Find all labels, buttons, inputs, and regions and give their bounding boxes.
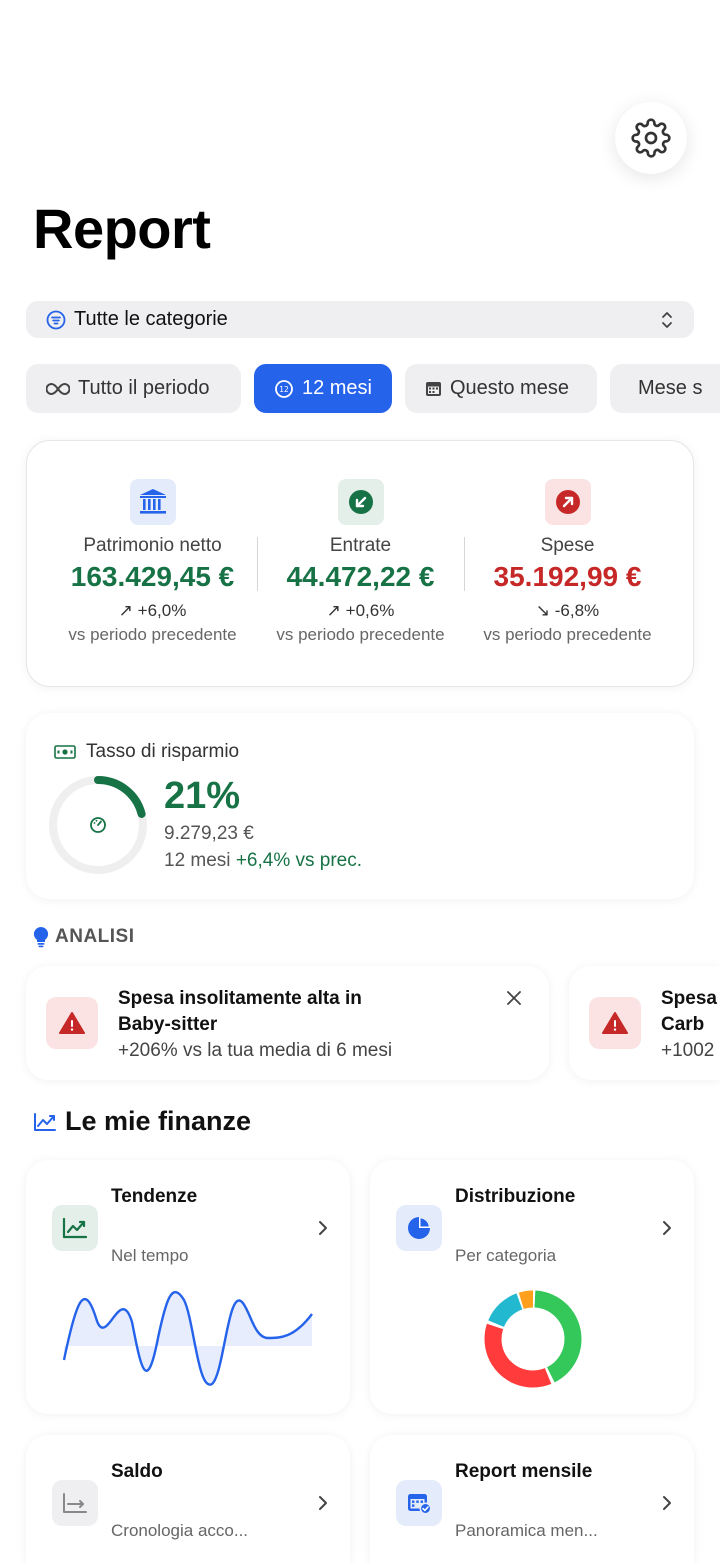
gauge-icon xyxy=(90,817,106,833)
period-all-label: Tutto il periodo xyxy=(78,377,210,399)
category-select-value: Tutte le categorie xyxy=(74,308,228,330)
insight-detail: +1002 xyxy=(661,1040,715,1061)
period-this-month-button[interactable]: Questo mese xyxy=(405,364,597,413)
tile-subtitle: Nel tempo xyxy=(111,1246,189,1265)
tile-subtitle: Panoramica men... xyxy=(455,1521,598,1540)
metric-label: Entrate xyxy=(329,535,392,556)
calendar-icon xyxy=(426,382,441,396)
period-last-month-button[interactable]: Mese s xyxy=(610,364,720,413)
twelve-circle-icon: 12 xyxy=(275,379,293,398)
svg-text:12: 12 xyxy=(279,384,289,393)
balance-axis-icon xyxy=(52,1480,98,1526)
savings-delta: +6,4% vs prec. xyxy=(235,850,363,871)
warning-icon xyxy=(589,997,641,1049)
infinity-icon xyxy=(46,382,70,395)
period-12-months-button[interactable]: 12 12 mesi xyxy=(254,364,392,413)
metric-value: 44.472,22 € xyxy=(286,561,435,592)
tile-balance[interactable]: Saldo Cronologia acco... xyxy=(26,1435,350,1564)
filter-lines-icon xyxy=(46,310,66,329)
metric-compare-label: vs periodo precedente xyxy=(276,625,445,644)
tile-distribution[interactable]: Distribuzione Per categoria xyxy=(370,1160,694,1414)
metric-income[interactable]: Entrate 44.472,22 € ↗ +0,6% vs periodo p… xyxy=(257,441,464,645)
savings-period-line: 12 mesi +6,4% vs prec. xyxy=(164,850,362,872)
insight-card[interactable]: Spesa insolitamente alta in Carb +1002 xyxy=(569,966,720,1080)
page-title: Report xyxy=(33,197,211,260)
chevron-right-icon xyxy=(319,1496,327,1510)
metric-compare-label: vs periodo precedente xyxy=(483,625,652,644)
metric-delta: ↘ -6,8% xyxy=(535,601,600,620)
trend-chart-icon xyxy=(52,1205,98,1251)
insight-detail: +206% vs la tua media di 6 mesi xyxy=(118,1040,393,1061)
metric-value: 163.429,45 € xyxy=(70,561,235,592)
metric-value: 35.192,99 € xyxy=(493,561,642,592)
metric-net-worth[interactable]: Patrimonio netto 163.429,45 € ↗ +6,0% vs… xyxy=(49,441,256,645)
tile-trends[interactable]: Tendenze Nel tempo xyxy=(26,1160,350,1414)
banknote-icon xyxy=(54,745,76,759)
savings-period: 12 mesi xyxy=(164,850,231,871)
category-select[interactable]: Tutte le categorie xyxy=(26,301,694,338)
tile-subtitle: Per categoria xyxy=(455,1246,557,1265)
close-icon[interactable] xyxy=(504,988,524,1008)
period-all-button[interactable]: Tutto il periodo xyxy=(26,364,241,413)
finances-title: Le mie finanze xyxy=(65,1106,252,1136)
savings-amount: 9.279,23 € xyxy=(164,823,254,844)
savings-gauge xyxy=(49,776,147,874)
warning-icon xyxy=(46,997,98,1049)
tile-title: Saldo xyxy=(111,1461,163,1482)
chevron-up-down-icon xyxy=(662,311,672,328)
lightbulb-icon xyxy=(33,926,49,948)
analysis-title: ANALISI xyxy=(55,926,135,947)
period-this-month-label: Questo mese xyxy=(450,377,569,399)
distribution-donut xyxy=(484,1290,582,1388)
insight-title: Spesa insolitamente alta in Baby-sitter xyxy=(118,988,362,1035)
trend-sparkline xyxy=(62,1291,313,1386)
pie-chart-icon xyxy=(396,1205,442,1251)
chevron-right-icon xyxy=(663,1496,671,1510)
analysis-header: ANALISI xyxy=(33,926,135,948)
savings-rate-percent: 21% xyxy=(164,775,241,817)
chevron-right-icon xyxy=(319,1221,327,1235)
settings-button[interactable] xyxy=(615,102,687,174)
period-last-month-label: Mese s xyxy=(638,377,703,399)
savings-rate-card[interactable]: Tasso di risparmio 21% 9.279,23 € 12 mes… xyxy=(26,713,694,899)
tile-subtitle: Cronologia acco... xyxy=(111,1521,249,1540)
period-12-months-label: 12 mesi xyxy=(301,377,372,399)
gear-icon xyxy=(631,118,671,158)
arrow-down-left-circle-icon xyxy=(337,479,384,525)
arrow-up-right-circle-icon xyxy=(544,479,591,525)
finances-header: Le mie finanze xyxy=(33,1106,251,1137)
calendar-check-icon xyxy=(396,1480,442,1526)
metric-label: Patrimonio netto xyxy=(83,535,222,556)
tile-title: Tendenze xyxy=(111,1186,198,1207)
metric-label: Spese xyxy=(540,535,595,556)
bank-icon xyxy=(129,479,176,525)
tile-title: Distribuzione xyxy=(455,1186,576,1207)
savings-rate-title: Tasso di risparmio xyxy=(86,741,240,762)
metric-compare-label: vs periodo precedente xyxy=(68,625,237,644)
savings-rate-header: Tasso di risparmio xyxy=(54,741,239,763)
metric-expenses[interactable]: Spese 35.192,99 € ↘ -6,8% vs periodo pre… xyxy=(464,441,671,645)
summary-card: Patrimonio netto 163.429,45 € ↗ +6,0% vs… xyxy=(26,440,694,687)
tile-title: Report mensile xyxy=(455,1461,593,1482)
insight-title: Spesa insolitamente alta in Carb xyxy=(661,988,720,1035)
trend-chart-icon xyxy=(34,1112,56,1131)
insight-card[interactable]: Spesa insolitamente alta in Baby-sitter … xyxy=(26,966,549,1080)
tile-monthly-report[interactable]: Report mensile Panoramica men... xyxy=(370,1435,694,1564)
chevron-right-icon xyxy=(663,1221,671,1235)
metric-delta: ↗ +0,6% xyxy=(326,601,395,620)
metric-delta: ↗ +6,0% xyxy=(118,601,187,620)
